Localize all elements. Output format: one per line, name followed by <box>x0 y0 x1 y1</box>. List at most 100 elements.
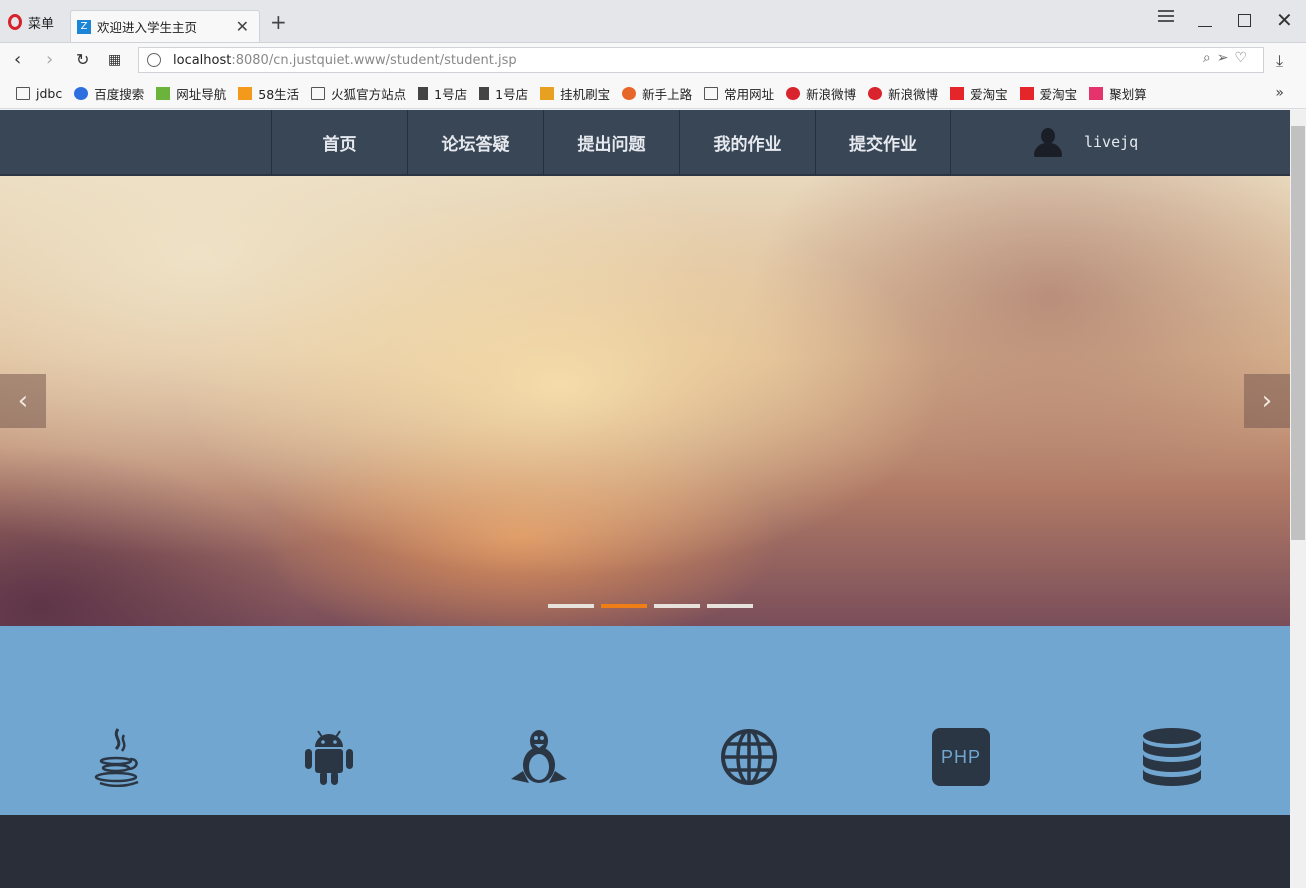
url-host: localhost <box>173 52 232 68</box>
bookmark-label: 百度搜索 <box>94 87 145 102</box>
bookmark-item[interactable]: jdbc <box>16 86 62 101</box>
php-icon[interactable]: PHP <box>926 722 996 792</box>
bookmark-label: 58生活 <box>258 87 300 102</box>
weibo-icon <box>868 87 883 100</box>
bookmark-item[interactable]: 1号店 <box>479 84 528 103</box>
folder-icon <box>16 87 30 100</box>
bookmark-label: 爱淘宝 <box>1039 87 1078 102</box>
page-viewport: 首页 论坛答疑 提出问题 我的作业 提交作业 livejq ‹ › PHP <box>0 110 1290 888</box>
bookmark-label: 1号店 <box>434 87 468 102</box>
bookmark-label: 1号店 <box>495 87 529 102</box>
folder-icon <box>704 87 719 100</box>
bookmark-label: 网址导航 <box>176 87 227 102</box>
send-icon[interactable]: ➢ <box>1217 50 1235 66</box>
bookmark-item[interactable]: 爱淘宝 <box>950 84 1008 103</box>
minimize-button[interactable] <box>1198 26 1212 27</box>
url-path: :8080/cn.justquiet.www/student/student.j… <box>231 52 517 68</box>
nav-ask-question[interactable]: 提出问题 <box>543 110 679 174</box>
bookmark-item[interactable]: 爱淘宝 <box>1019 84 1078 103</box>
course-icons-band: PHP <box>0 626 1290 822</box>
address-toolbar: ‹ › ↻ ▦ localhost:8080/cn.justquiet.www/… <box>0 43 1306 79</box>
taobao-icon <box>1019 87 1034 100</box>
bookmark-item[interactable]: 挂机刷宝 <box>540 84 610 103</box>
close-tab-icon[interactable]: ✕ <box>236 17 249 36</box>
bookmark-item[interactable]: 常用网址 <box>704 84 774 103</box>
bookmark-item[interactable]: 1号店 <box>418 84 467 103</box>
web-icon[interactable] <box>714 722 784 792</box>
bookmark-label: 爱淘宝 <box>970 87 1008 102</box>
tab-title: 欢迎进入学生主页 <box>97 20 198 35</box>
site-navbar: 首页 论坛答疑 提出问题 我的作业 提交作业 livejq <box>0 110 1290 176</box>
slider-dot[interactable] <box>707 604 753 608</box>
android-icon[interactable] <box>294 722 364 792</box>
address-field[interactable]: localhost:8080/cn.justquiet.www/student/… <box>138 47 1264 73</box>
slider-indicators <box>548 604 753 608</box>
bookmark-label: 聚划算 <box>1109 87 1147 102</box>
slider-dot[interactable] <box>654 604 700 608</box>
document-icon <box>418 87 429 100</box>
juhuasuan-icon <box>1089 87 1104 100</box>
bookmark-item[interactable]: 58生活 <box>238 84 299 103</box>
opera-logo-icon <box>8 14 22 30</box>
new-tab-button[interactable]: + <box>270 12 287 32</box>
user-menu[interactable]: livejq <box>1032 110 1138 174</box>
bookmark-item[interactable]: 新手上路 <box>622 84 692 103</box>
linux-icon[interactable] <box>504 722 574 792</box>
page-footer <box>0 816 1290 888</box>
bookmark-label: 挂机刷宝 <box>560 87 611 102</box>
bookmark-label: 新浪微博 <box>806 87 857 102</box>
bookmark-item[interactable]: 新浪微博 <box>786 84 856 103</box>
nav-home[interactable]: 首页 <box>271 110 407 174</box>
slider-next-icon[interactable]: › <box>1244 374 1290 428</box>
reload-icon[interactable]: ↻ <box>76 49 89 71</box>
back-icon[interactable]: ‹ <box>14 49 21 71</box>
pma-icon <box>540 87 555 100</box>
maximize-button[interactable] <box>1238 14 1251 27</box>
folder-icon <box>311 87 326 100</box>
database-icon[interactable] <box>1137 722 1207 792</box>
forward-icon[interactable]: › <box>46 49 53 71</box>
bookmark-item[interactable]: 百度搜索 <box>74 84 144 103</box>
slider-dot[interactable] <box>548 604 594 608</box>
speed-dial-icon[interactable]: ▦ <box>108 49 121 71</box>
heart-icon[interactable]: ♡ <box>1234 50 1253 66</box>
globe-icon <box>147 53 161 67</box>
java-icon[interactable] <box>84 722 154 792</box>
opera-menu-button[interactable]: 菜单 <box>8 12 54 32</box>
download-icon[interactable]: ⤓ <box>1276 51 1283 71</box>
browser-tab[interactable]: Z 欢迎进入学生主页 ✕ <box>70 10 260 42</box>
browser-window: 菜单 Z 欢迎进入学生主页 ✕ + ✕ ‹ › ↻ ▦ localhost:80… <box>0 0 1306 888</box>
nav-submit-homework[interactable]: 提交作业 <box>815 110 951 174</box>
bookmark-label: 新浪微博 <box>888 87 939 102</box>
tab-strip: 菜单 Z 欢迎进入学生主页 ✕ + ✕ <box>0 0 1306 43</box>
php-icon-text: PHP <box>940 746 981 767</box>
scrollbar-thumb[interactable] <box>1291 126 1305 540</box>
bookmark-label: 新手上路 <box>642 87 693 102</box>
hao-icon <box>156 87 171 100</box>
slider-prev-icon[interactable]: ‹ <box>0 374 46 428</box>
menu-label: 菜单 <box>28 16 55 32</box>
site-favicon-icon: Z <box>77 19 91 34</box>
firefox-icon <box>622 87 637 100</box>
document-icon <box>479 87 490 100</box>
slider-dot-active[interactable] <box>601 604 647 608</box>
nav-my-homework[interactable]: 我的作业 <box>679 110 815 174</box>
easy-setup-icon[interactable] <box>1158 10 1174 24</box>
username: livejq <box>1084 133 1139 151</box>
bookmark-item[interactable]: 网址导航 <box>156 84 226 103</box>
nav-forum[interactable]: 论坛答疑 <box>407 110 543 174</box>
close-window-button[interactable]: ✕ <box>1276 8 1293 32</box>
weibo-icon <box>786 87 801 100</box>
address-actions: ⌕➢♡ <box>1203 50 1253 66</box>
taobao-icon <box>950 87 965 100</box>
bookmarks-bar: jdbc 百度搜索 网址导航 58生活 火狐官方站点 1号店 1号店 挂机刷宝 … <box>0 79 1306 109</box>
bookmark-label: 火狐官方站点 <box>331 87 407 102</box>
baidu-icon <box>74 87 89 100</box>
bookmark-item[interactable]: 新浪微博 <box>868 84 938 103</box>
bookmarks-overflow-icon[interactable]: » <box>1275 85 1284 101</box>
search-icon[interactable]: ⌕ <box>1203 50 1217 66</box>
bookmark-label: 常用网址 <box>724 87 775 102</box>
bookmark-item[interactable]: 聚划算 <box>1089 84 1147 103</box>
bookmark-item[interactable]: 火狐官方站点 <box>311 84 406 103</box>
bookmark-label: jdbc <box>36 86 63 101</box>
